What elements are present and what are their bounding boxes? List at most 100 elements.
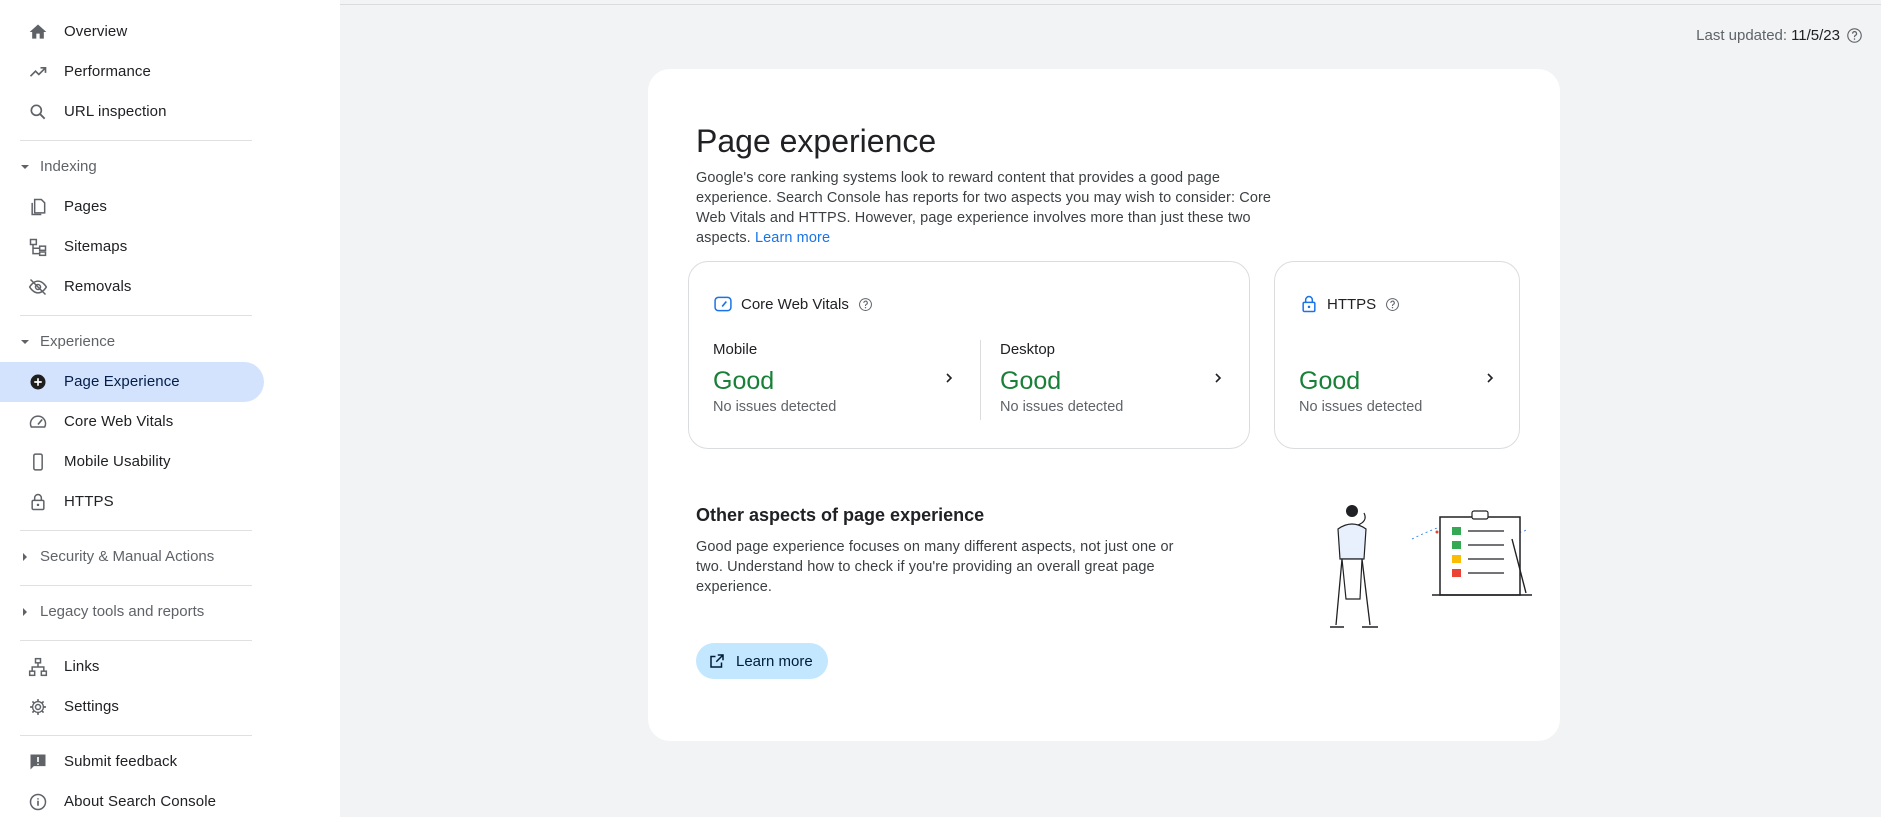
feedback-icon xyxy=(28,752,48,772)
cwv-desktop-metric[interactable]: Desktop Good No issues detected xyxy=(1000,338,1230,418)
learn-more-button-label: Learn more xyxy=(736,652,813,670)
sidebar-item-label: URL inspection xyxy=(64,103,167,120)
sidebar-item-sitemaps[interactable]: Sitemaps xyxy=(0,227,264,267)
section-title: Legacy tools and reports xyxy=(40,603,205,620)
links-icon xyxy=(28,657,48,677)
other-aspects-title: Other aspects of page experience xyxy=(696,505,985,525)
sidebar-item-label: Pages xyxy=(64,198,108,215)
caret-right-icon xyxy=(20,552,30,562)
sidebar-item-label: Removals xyxy=(64,278,132,295)
sidebar-item-submit-feedback[interactable]: Submit feedback xyxy=(0,742,264,782)
checklist-illustration xyxy=(1312,499,1532,639)
status-good: Good xyxy=(713,367,775,395)
sidebar-item-label: Mobile Usability xyxy=(64,453,171,470)
sidebar-item-label: Core Web Vitals xyxy=(64,413,174,430)
chevron-right-icon xyxy=(1212,372,1224,384)
section-title: Experience xyxy=(40,333,116,350)
sidebar-item-label: About Search Console xyxy=(64,793,217,810)
status-good: Good xyxy=(1000,367,1062,395)
lock-icon xyxy=(1299,294,1319,314)
help-icon[interactable] xyxy=(858,297,873,312)
sidebar-item-label: Sitemaps xyxy=(64,238,128,255)
last-updated: Last updated: 11/5/23 xyxy=(1696,27,1863,44)
status-detail: No issues detected xyxy=(713,399,837,415)
sidebar-item-about[interactable]: About Search Console xyxy=(0,782,264,817)
help-icon[interactable] xyxy=(1846,27,1863,44)
info-icon xyxy=(28,792,48,812)
divider xyxy=(20,530,252,531)
intro-text: Google's core ranking systems look to re… xyxy=(696,168,1296,248)
sidebar-item-https[interactable]: HTTPS xyxy=(0,482,264,522)
sidebar-item-url-inspection[interactable]: URL inspection xyxy=(0,92,264,132)
add-circle-icon xyxy=(28,372,48,392)
section-toggle-security[interactable]: Security & Manual Actions xyxy=(0,537,264,577)
search-icon xyxy=(28,102,48,122)
sidebar-item-pages[interactable]: Pages xyxy=(0,187,264,227)
last-updated-date: 11/5/23 xyxy=(1791,27,1840,44)
card-header: HTTPS xyxy=(1299,294,1400,314)
speed-icon xyxy=(28,412,48,432)
card-title: Core Web Vitals xyxy=(741,295,849,313)
lock-icon xyxy=(28,492,48,512)
page-experience-card: Page experience Google's core ranking sy… xyxy=(648,69,1560,741)
caret-down-icon xyxy=(20,162,30,172)
status-detail: No issues detected xyxy=(1299,399,1423,415)
section-title: Security & Manual Actions xyxy=(40,548,215,565)
top-divider xyxy=(340,4,1881,5)
sidebar-item-settings[interactable]: Settings xyxy=(0,687,264,727)
sidebar: Overview Performance URL inspection Inde… xyxy=(0,0,340,817)
caret-down-icon xyxy=(20,337,30,347)
gear-icon xyxy=(28,697,48,717)
cwv-mobile-metric[interactable]: Mobile Good No issues detected xyxy=(713,338,963,418)
sidebar-item-label: Settings xyxy=(64,698,119,715)
pages-icon xyxy=(28,197,48,217)
smartphone-icon xyxy=(28,452,48,472)
divider xyxy=(20,315,252,316)
chevron-right-icon xyxy=(943,372,955,384)
sidebar-item-label: Overview xyxy=(64,23,128,40)
speed-icon xyxy=(713,294,733,314)
page-title: Page experience xyxy=(696,123,937,159)
sidebar-item-performance[interactable]: Performance xyxy=(0,52,264,92)
learn-more-button[interactable]: Learn more xyxy=(696,643,828,679)
sidebar-item-label: Links xyxy=(64,658,100,675)
card-header: Core Web Vitals xyxy=(713,294,873,314)
section-toggle-experience[interactable]: Experience xyxy=(0,322,264,362)
sidebar-item-overview[interactable]: Overview xyxy=(0,12,264,52)
sidebar-item-removals[interactable]: Removals xyxy=(0,267,264,307)
chevron-right-icon xyxy=(1484,372,1496,384)
intro-learn-more-link[interactable]: Learn more xyxy=(755,230,830,246)
https-metric[interactable]: Good No issues detected xyxy=(1299,338,1499,418)
section-toggle-legacy[interactable]: Legacy tools and reports xyxy=(0,592,264,632)
vertical-divider xyxy=(980,340,981,420)
sidebar-item-page-experience[interactable]: Page Experience xyxy=(0,362,264,402)
open-in-new-icon xyxy=(708,652,726,670)
status-good: Good xyxy=(1299,367,1361,395)
core-web-vitals-card: Core Web Vitals Mobile Good No issues de… xyxy=(688,261,1250,449)
caret-right-icon xyxy=(20,607,30,617)
section-title: Indexing xyxy=(40,158,97,175)
status-detail: No issues detected xyxy=(1000,399,1124,415)
trending-up-icon xyxy=(28,62,48,82)
other-aspects-body: Good page experience focuses on many dif… xyxy=(696,539,1174,595)
divider xyxy=(20,735,252,736)
divider xyxy=(20,640,252,641)
sidebar-item-core-web-vitals[interactable]: Core Web Vitals xyxy=(0,402,264,442)
divider xyxy=(20,140,252,141)
sidebar-item-mobile-usability[interactable]: Mobile Usability xyxy=(0,442,264,482)
sitemap-icon xyxy=(28,237,48,257)
visibility-off-icon xyxy=(28,277,48,297)
sidebar-item-links[interactable]: Links xyxy=(0,647,264,687)
device-label: Desktop xyxy=(1000,341,1056,358)
card-title: HTTPS xyxy=(1327,295,1377,313)
help-icon[interactable] xyxy=(1385,297,1400,312)
https-card: HTTPS Good No issues detected xyxy=(1274,261,1520,449)
last-updated-label: Last updated: xyxy=(1696,27,1788,44)
home-icon xyxy=(28,22,48,42)
divider xyxy=(20,585,252,586)
sidebar-item-label: Page Experience xyxy=(64,373,180,390)
sidebar-item-label: Submit feedback xyxy=(64,753,178,770)
sidebar-item-label: Performance xyxy=(64,63,151,80)
section-toggle-indexing[interactable]: Indexing xyxy=(0,147,264,187)
device-label: Mobile xyxy=(713,341,758,358)
